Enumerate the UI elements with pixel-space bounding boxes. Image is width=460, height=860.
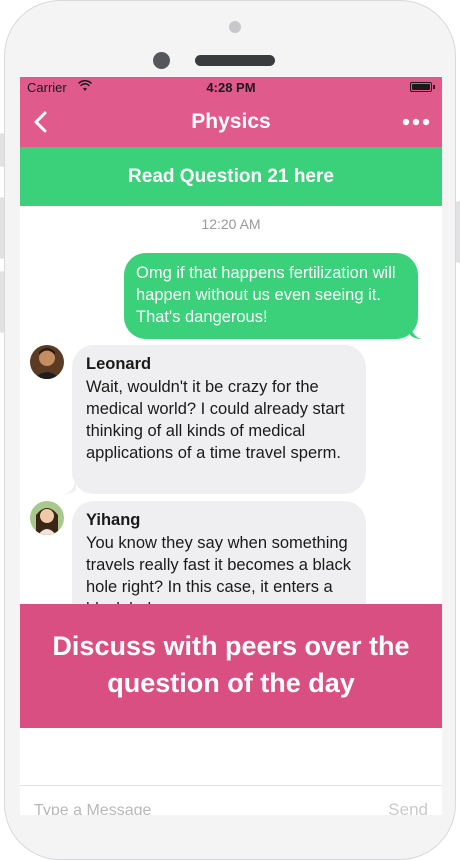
status-time: 4:28 PM xyxy=(206,80,256,95)
page-title: Physics xyxy=(191,110,271,133)
message-text: Wait, wouldn't it be crazy for the medic… xyxy=(86,378,345,462)
battery-tip xyxy=(433,85,435,89)
avatar-yihang[interactable] xyxy=(30,501,64,535)
message-input-bar: Send xyxy=(20,785,442,815)
navigation-bar: Physics xyxy=(20,97,442,147)
sensor-dot xyxy=(229,21,241,33)
mute-switch xyxy=(0,133,4,167)
volume-down-button xyxy=(0,271,4,333)
battery-icon xyxy=(410,82,432,92)
message-input[interactable] xyxy=(34,800,334,815)
sent-message-bubble: Omg if that happens fertilization will h… xyxy=(124,253,418,339)
earpiece-speaker xyxy=(195,55,275,66)
status-bar: Carrier 4:28 PM xyxy=(20,77,442,97)
app-screen: Carrier 4:28 PM Physics Read Question 21… xyxy=(20,77,442,815)
more-dots-icon[interactable] xyxy=(402,114,430,130)
sent-bubble-tail xyxy=(410,323,422,339)
sender-name: Leonard xyxy=(86,355,152,373)
avatar-leonard[interactable] xyxy=(30,345,64,379)
received-bubble-tail xyxy=(64,478,76,494)
read-question-button[interactable]: Read Question 21 here xyxy=(20,147,442,206)
message-timestamp: 12:20 AM xyxy=(201,216,261,232)
power-button xyxy=(456,201,460,263)
promo-line-1: Discuss with peers over the xyxy=(52,631,410,661)
received-message-bubble: Leonard Wait, wouldn't it be crazy for t… xyxy=(72,345,366,494)
sender-name: Yihang xyxy=(86,511,141,529)
volume-up-button xyxy=(0,197,4,259)
promo-line-2: question of the day xyxy=(107,668,355,698)
send-button[interactable]: Send xyxy=(388,800,428,815)
front-camera xyxy=(153,52,170,69)
promo-banner: Discuss with peers over the question of … xyxy=(20,604,442,728)
